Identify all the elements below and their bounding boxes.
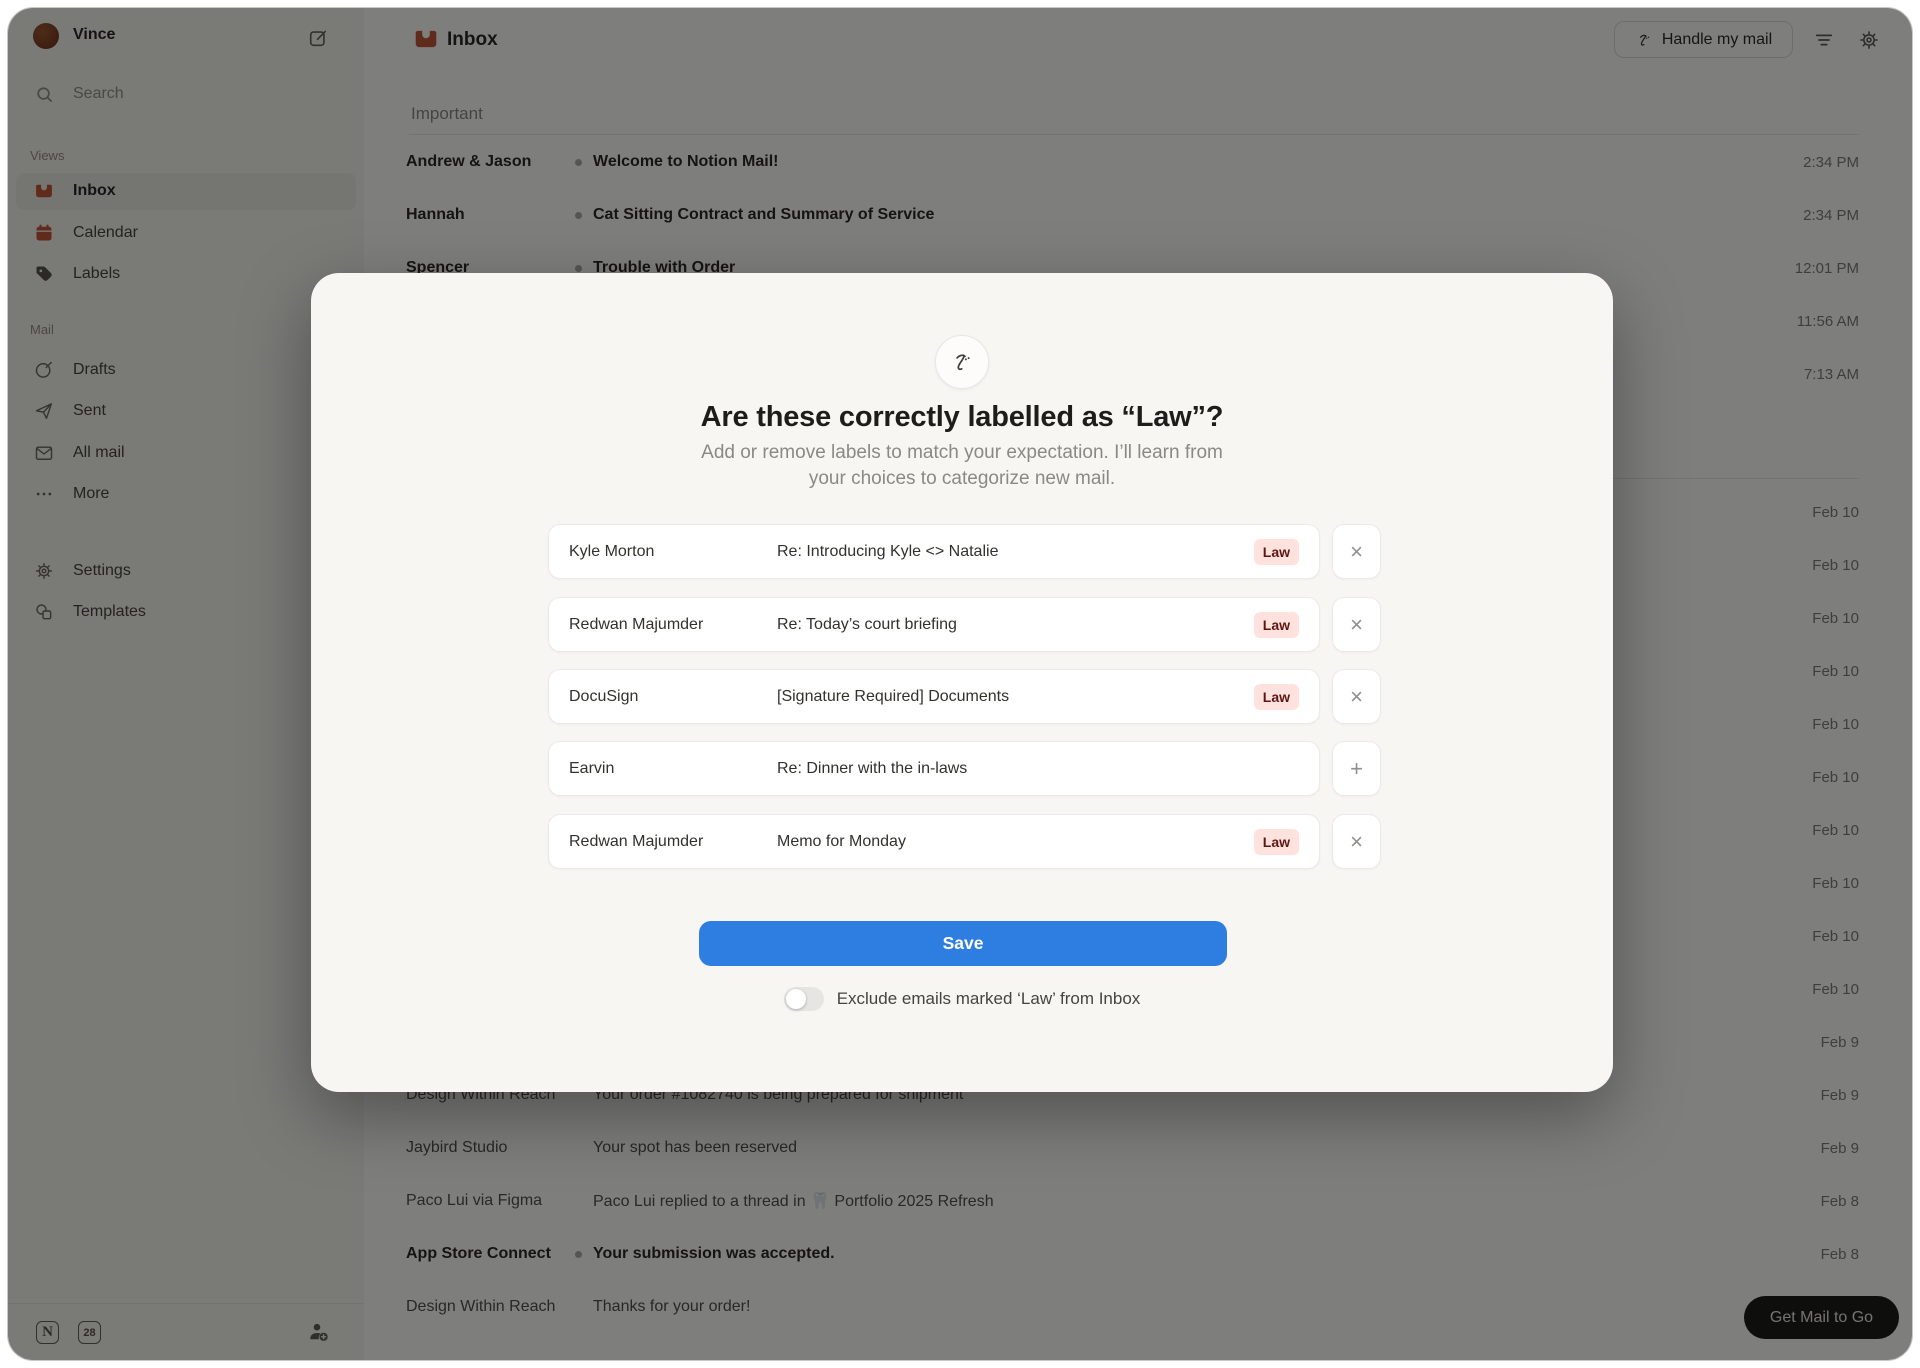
label-review-dialog: Are these correctly labelled as “Law”? A… [311, 273, 1613, 1092]
remove-label-button[interactable]: × [1332, 669, 1381, 724]
exclude-toggle[interactable] [784, 987, 824, 1011]
save-button[interactable]: Save [699, 921, 1227, 966]
labelled-email-row[interactable]: Earvin Re: Dinner with the in-laws [548, 741, 1320, 796]
toggle-knob [786, 989, 806, 1009]
app-window: Vince Search Views Inbox [7, 7, 1913, 1361]
labelled-email-row[interactable]: Redwan Majumder Re: Today’s court briefi… [548, 597, 1320, 652]
dialog-subtitle: Add or remove labels to match your expec… [311, 440, 1613, 492]
email-subject: Re: Dinner with the in-laws [777, 742, 967, 795]
labelled-email-row[interactable]: Redwan Majumder Memo for Monday Law [548, 814, 1320, 869]
email-sender: DocuSign [569, 670, 638, 723]
label-badge: Law [1254, 684, 1299, 710]
email-subject: [Signature Required] Documents [777, 670, 1009, 723]
labelled-email-row[interactable]: Kyle Morton Re: Introducing Kyle <> Nata… [548, 524, 1320, 579]
email-subject: Memo for Monday [777, 815, 906, 868]
dialog-title: Are these correctly labelled as “Law”? [311, 401, 1613, 434]
email-sender: Redwan Majumder [569, 815, 703, 868]
add-label-button[interactable]: + [1332, 741, 1381, 796]
label-badge: Law [1254, 612, 1299, 638]
email-sender: Kyle Morton [569, 525, 654, 578]
label-badge: Law [1254, 539, 1299, 565]
email-sender: Redwan Majumder [569, 598, 703, 651]
exclude-toggle-label: Exclude emails marked ‘Law’ from Inbox [837, 989, 1141, 1009]
ai-squiggle-icon [935, 335, 989, 389]
exclude-toggle-row: Exclude emails marked ‘Law’ from Inbox [311, 983, 1613, 1015]
labelled-email-row[interactable]: DocuSign [Signature Required] Documents … [548, 669, 1320, 724]
remove-label-button[interactable]: × [1332, 814, 1381, 869]
remove-label-button[interactable]: × [1332, 524, 1381, 579]
email-subject: Re: Today’s court briefing [777, 598, 957, 651]
email-sender: Earvin [569, 742, 614, 795]
remove-label-button[interactable]: × [1332, 597, 1381, 652]
email-subject: Re: Introducing Kyle <> Natalie [777, 525, 998, 578]
label-badge: Law [1254, 829, 1299, 855]
